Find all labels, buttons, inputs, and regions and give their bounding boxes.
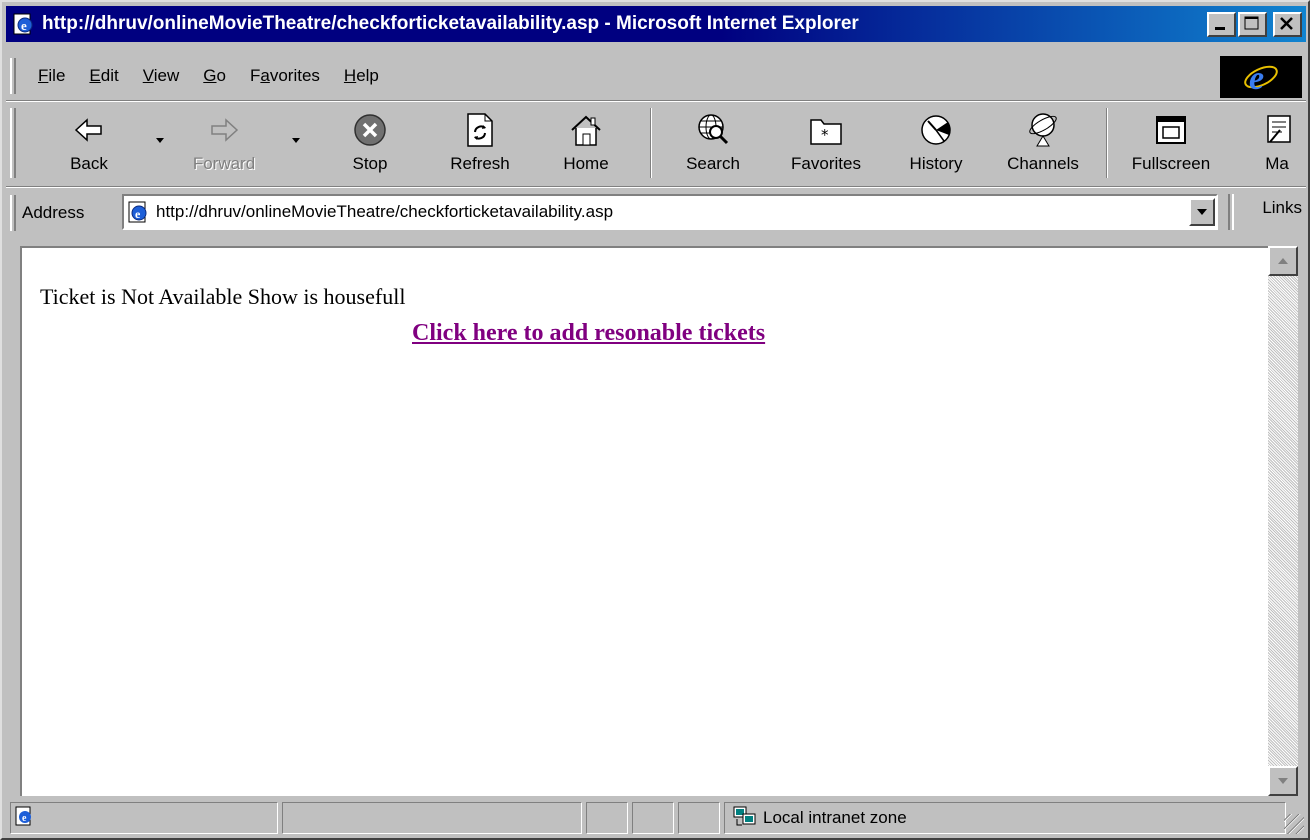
address-input[interactable]: e http://dhruv/onlineMovieTheatre/checkf…: [122, 194, 1218, 230]
page-content: Ticket is Not Available Show is houseful…: [20, 246, 1268, 796]
status-bar: e Local intranet zone: [6, 800, 1306, 836]
address-label: Address: [22, 203, 85, 222]
svg-text:e: e: [22, 813, 27, 824]
svg-text:e: e: [1249, 60, 1264, 96]
status-pane-small-3: [678, 802, 720, 834]
status-pane-small-2: [632, 802, 674, 834]
status-page-icon: e: [15, 806, 35, 831]
menu-help[interactable]: Help: [332, 66, 391, 86]
svg-text:*: *: [821, 126, 829, 144]
home-button[interactable]: Home: [546, 102, 626, 184]
svg-text:e: e: [21, 18, 27, 33]
minimize-icon: [1215, 26, 1225, 30]
zone-label: Local intranet zone: [763, 808, 907, 827]
address-url: http://dhruv/onlineMovieTheatre/checkfor…: [156, 202, 614, 221]
back-arrow-icon: [69, 108, 109, 152]
menu-grip[interactable]: [10, 58, 16, 94]
chevron-down-icon: [1197, 209, 1207, 215]
channels-button[interactable]: Channels: [994, 102, 1092, 184]
address-grip[interactable]: [10, 195, 16, 231]
forward-arrow-icon: [204, 108, 244, 152]
title-bar[interactable]: e http://dhruv/onlineMovieTheatre/checkf…: [6, 6, 1306, 42]
toolbar-grip[interactable]: [10, 108, 16, 178]
links-button[interactable]: Links: [1262, 198, 1302, 218]
window-title: http://dhruv/onlineMovieTheatre/checkfor…: [42, 13, 859, 34]
favorites-label: Favorites: [791, 154, 861, 173]
search-globe-icon: [693, 108, 733, 152]
fullscreen-button[interactable]: Fullscreen: [1116, 102, 1226, 184]
status-pane-small-1: [586, 802, 628, 834]
history-icon: [916, 108, 956, 152]
close-icon: [1280, 16, 1293, 30]
refresh-button[interactable]: Refresh: [436, 102, 524, 184]
status-text-pane: e: [10, 802, 278, 834]
home-label: Home: [563, 154, 609, 173]
menu-edit[interactable]: Edit: [77, 66, 130, 86]
resize-grip[interactable]: [1284, 814, 1304, 834]
fullscreen-label: Fullscreen: [1131, 154, 1211, 173]
mail-button[interactable]: Ma: [1252, 102, 1302, 184]
svg-text:e: e: [135, 207, 141, 221]
toolbar-separator-bottom: [6, 186, 1306, 188]
history-label: History: [909, 154, 963, 173]
channels-label: Channels: [1007, 154, 1079, 173]
status-zone-pane: Local intranet zone: [724, 802, 1286, 834]
forward-label: Forward: [192, 154, 256, 173]
add-tickets-link[interactable]: Click here to add resonable tickets: [412, 320, 765, 347]
toolbar-separator: [650, 108, 652, 178]
forward-button[interactable]: Forward: [182, 102, 266, 184]
stop-label: Stop: [352, 154, 388, 173]
mail-label: Ma: [1265, 154, 1289, 173]
home-icon: [566, 108, 606, 152]
standard-toolbar: Back Forward Stop Refresh Home Search * …: [6, 102, 1306, 184]
refresh-icon: [460, 108, 500, 152]
search-label: Search: [686, 154, 740, 173]
stop-button[interactable]: Stop: [328, 102, 412, 184]
scroll-up-button[interactable]: [1268, 246, 1298, 276]
scroll-down-arrow-icon: [1278, 778, 1288, 784]
address-bar: Address e http://dhruv/onlineMovieTheatr…: [6, 190, 1306, 236]
back-button[interactable]: Back: [52, 102, 126, 184]
menu-file[interactable]: File: [26, 66, 77, 86]
page-icon: e: [128, 201, 150, 223]
refresh-label: Refresh: [450, 154, 510, 173]
back-label: Back: [70, 154, 108, 173]
forward-dropdown-arrow[interactable]: [292, 138, 300, 143]
menu-go[interactable]: Go: [191, 66, 238, 86]
history-button[interactable]: History: [894, 102, 978, 184]
favorites-button[interactable]: * Favorites: [776, 102, 876, 184]
maximize-icon: [1244, 16, 1259, 29]
ie-logo-icon: e: [1220, 56, 1302, 98]
status-progress-pane: [282, 802, 582, 834]
fullscreen-icon: [1151, 108, 1191, 152]
availability-message: Ticket is Not Available Show is houseful…: [40, 284, 406, 309]
vertical-scrollbar[interactable]: [1268, 246, 1298, 796]
scroll-down-button[interactable]: [1268, 766, 1298, 796]
menu-favorites[interactable]: Favorites: [238, 66, 332, 86]
favorites-folder-icon: *: [806, 108, 846, 152]
address-dropdown-button[interactable]: [1189, 198, 1215, 226]
maximize-button[interactable]: [1238, 11, 1267, 37]
menu-view[interactable]: View: [131, 66, 192, 86]
channels-satellite-icon: [1023, 108, 1063, 152]
links-grip[interactable]: [1228, 194, 1234, 230]
ie-page-icon: e: [12, 12, 36, 36]
mail-icon: [1257, 108, 1297, 152]
minimize-button[interactable]: [1207, 11, 1236, 37]
back-dropdown-arrow[interactable]: [156, 138, 164, 143]
search-button[interactable]: Search: [672, 102, 754, 184]
intranet-zone-icon: [733, 805, 757, 832]
stop-icon: [350, 108, 390, 152]
toolbar-separator-2: [1106, 108, 1108, 178]
menu-bar: File Edit View Go Favorites Help e: [6, 54, 1306, 98]
browser-window: e http://dhruv/onlineMovieTheatre/checkf…: [0, 0, 1310, 840]
scroll-up-arrow-icon: [1278, 258, 1288, 264]
close-button[interactable]: [1273, 11, 1302, 37]
